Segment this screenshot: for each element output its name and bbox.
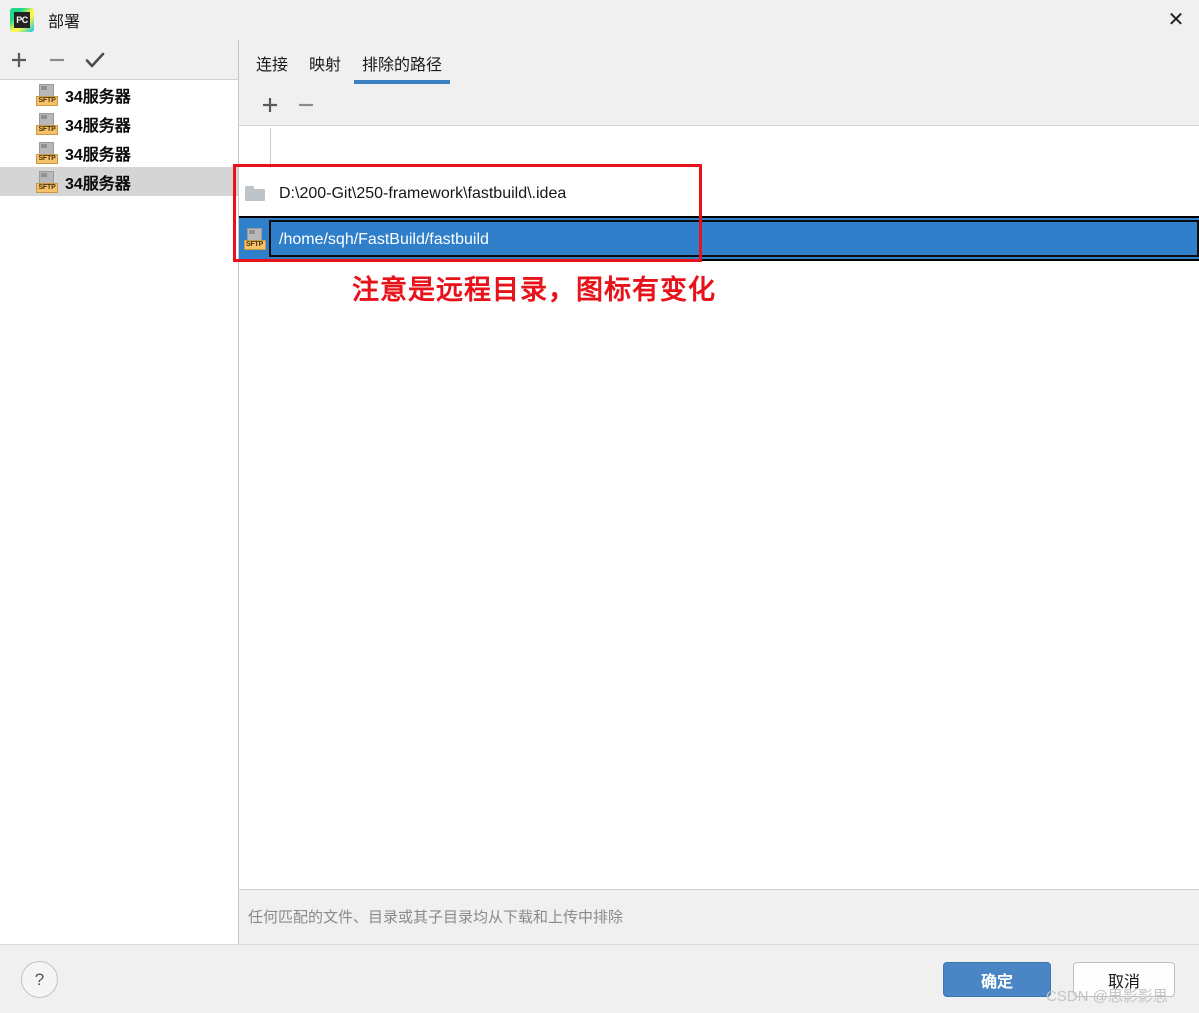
pycharm-logo-text: PC: [14, 12, 30, 28]
server-list: SFTP 34服务器 SFTP 34服务器 SFTP 34服务器 SFTP 34…: [0, 80, 238, 943]
set-default-server-button[interactable]: [76, 41, 114, 79]
sidebar-item-server-2[interactable]: SFTP 34服务器: [0, 109, 238, 138]
sidebar-item-label: 34服务器: [65, 146, 131, 164]
sidebar-item-label: 34服务器: [65, 88, 131, 106]
excluded-paths-table: D:\200-Git\250-framework\fastbuild\.idea…: [239, 126, 1199, 890]
sidebar-item-label: 34服务器: [65, 175, 131, 193]
sidebar-toolbar: [0, 40, 238, 80]
column-divider[interactable]: [270, 128, 271, 168]
sftp-icon-tag: SFTP: [36, 124, 58, 135]
table-row[interactable]: D:\200-Git\250-framework\fastbuild\.idea: [239, 171, 1199, 216]
sftp-icon: SFTP: [36, 83, 58, 106]
deployment-settings-panel: 连接 映射 排除的路径 D:\200-Git\250-framework\fas…: [239, 40, 1199, 944]
sftp-icon: SFTP: [243, 227, 266, 250]
row-icon-cell: SFTP: [239, 227, 270, 250]
add-path-button[interactable]: [252, 87, 288, 123]
excluded-paths-content: D:\200-Git\250-framework\fastbuild\.idea…: [239, 85, 1199, 944]
sftp-icon-tag: SFTP: [36, 95, 58, 106]
ok-button[interactable]: 确定: [943, 962, 1051, 997]
sftp-icon: SFTP: [36, 112, 58, 135]
sftp-icon-tag: SFTP: [36, 182, 58, 193]
sidebar-item-server-3[interactable]: SFTP 34服务器: [0, 138, 238, 167]
row-path-label: D:\200-Git\250-framework\fastbuild\.idea: [279, 184, 567, 202]
sftp-icon: SFTP: [36, 170, 58, 193]
tab-excluded-paths[interactable]: 排除的路径: [354, 51, 451, 84]
tab-mappings[interactable]: 映射: [301, 51, 349, 84]
table-row[interactable]: [239, 126, 1199, 171]
remove-path-button[interactable]: [288, 87, 324, 123]
table-row[interactable]: SFTP /home/sqh/FastBuild/fastbuild: [239, 216, 1199, 261]
row-path-input[interactable]: /home/sqh/FastBuild/fastbuild: [269, 220, 1199, 257]
sidebar-item-server-1[interactable]: SFTP 34服务器: [0, 80, 238, 109]
server-list-sidebar: SFTP 34服务器 SFTP 34服务器 SFTP 34服务器 SFTP 34…: [0, 40, 239, 944]
row-icon-cell: [239, 185, 270, 202]
status-hint: 任何匹配的文件、目录或其子目录均从下载和上传中排除: [239, 890, 1199, 942]
close-icon[interactable]: ✕: [1153, 0, 1199, 40]
tab-bar: 连接 映射 排除的路径: [239, 40, 1199, 85]
sftp-icon-tag: SFTP: [36, 153, 58, 164]
sftp-icon: SFTP: [36, 141, 58, 164]
annotation-note-text: 注意是远程目录，图标有变化: [352, 275, 716, 305]
dialog-footer: ? 确定 取消: [0, 944, 1199, 1013]
sidebar-item-server-4[interactable]: SFTP 34服务器: [0, 167, 238, 196]
pycharm-logo-icon: PC: [10, 8, 34, 32]
sftp-icon-tag: SFTP: [243, 239, 266, 250]
title-bar: PC 部署 ✕: [0, 0, 1199, 40]
help-button[interactable]: ?: [21, 961, 58, 998]
window-title: 部署: [48, 14, 81, 31]
watermark: CSDN @思影影思: [1046, 988, 1168, 1005]
path-toolbar: [239, 85, 1199, 126]
folder-icon: [244, 185, 265, 202]
sidebar-item-label: 34服务器: [65, 117, 131, 135]
add-server-button[interactable]: [0, 41, 38, 79]
remove-server-button[interactable]: [38, 41, 76, 79]
tab-connection[interactable]: 连接: [248, 51, 296, 84]
